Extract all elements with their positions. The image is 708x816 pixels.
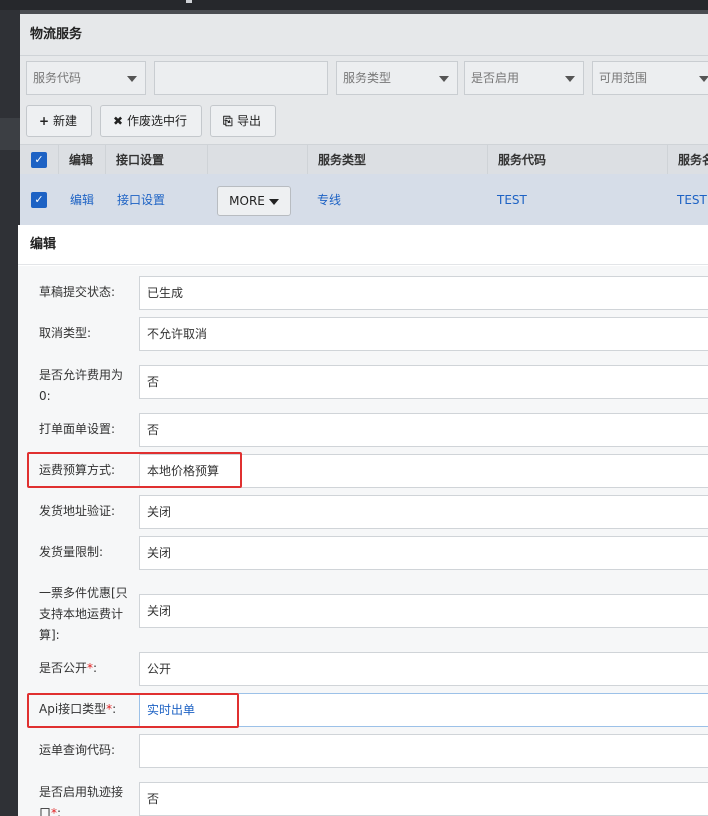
field-input[interactable]: 否 — [139, 365, 708, 399]
chevron-down-icon — [565, 76, 575, 82]
export-file-icon: ⎘ — [223, 114, 233, 128]
field-label-text: 是否公开 — [39, 661, 88, 675]
more-button-label: MORE — [229, 194, 265, 208]
close-icon: ✖ — [113, 114, 124, 128]
select-all-checkbox[interactable]: ✓ — [31, 152, 47, 168]
service-code-select-label: 服务代码 — [33, 71, 82, 85]
service-type-select-label: 服务类型 — [343, 71, 392, 85]
modal-title: 编辑 — [18, 225, 708, 265]
field-label: 打单面单设置: — [39, 422, 116, 436]
page-title: 物流服务 — [20, 14, 708, 56]
column-interface: 接口设置 — [105, 145, 207, 175]
top-bar — [0, 0, 708, 10]
column-service-type: 服务类型 — [307, 145, 487, 175]
plus-icon: + — [39, 114, 50, 128]
new-button[interactable]: + 新建 — [26, 105, 92, 137]
range-select[interactable]: 可用范围 — [592, 61, 708, 95]
annotation-highlight-box — [27, 693, 239, 728]
enabled-select[interactable]: 是否启用 — [464, 61, 584, 95]
field-label: 是否公开*: — [39, 661, 98, 675]
chevron-down-icon — [439, 76, 449, 82]
field-input[interactable]: 关闭 — [139, 495, 708, 529]
field-input[interactable]: 否 — [139, 413, 708, 447]
service-type-cell: 专线 — [317, 193, 342, 207]
field-label: 取消类型: — [39, 326, 92, 340]
field-input[interactable]: 已生成 — [139, 276, 708, 310]
chevron-down-icon — [699, 76, 708, 82]
caret-down-icon — [268, 198, 279, 205]
void-button-label: 作废选中行 — [127, 114, 188, 128]
top-bar-mark — [186, 0, 192, 3]
field-input[interactable]: 关闭 — [139, 594, 708, 628]
export-button[interactable]: ⎘ 导出 — [210, 105, 276, 137]
enabled-select-label: 是否启用 — [471, 71, 520, 85]
annotation-highlight-box — [27, 452, 242, 488]
chevron-down-icon — [127, 76, 137, 82]
field-input[interactable] — [139, 734, 708, 768]
field-label: 发货地址验证: — [39, 504, 116, 518]
left-nav-active-item[interactable] — [0, 118, 20, 150]
more-dropdown-button[interactable]: MORE — [217, 186, 291, 216]
field-label: 是否允许费用为0: — [39, 368, 124, 403]
table-row: ✓ 编辑 接口设置 MORE 专线 TEST TEST — [20, 174, 708, 226]
column-more — [207, 145, 307, 175]
service-type-select[interactable]: 服务类型 — [336, 61, 458, 95]
field-label: 是否启用轨迹接口*: — [39, 782, 131, 816]
field-input[interactable]: 否 — [139, 782, 708, 816]
new-button-label: 新建 — [53, 114, 78, 128]
column-service-code: 服务代码 — [487, 145, 667, 175]
field-label: 一票多件优惠[只支持本地运费计算]: — [39, 586, 128, 642]
table-header: ✓ 编辑 接口设置 服务类型 服务代码 服务名 — [20, 144, 708, 175]
range-select-label: 可用范围 — [599, 71, 648, 85]
field-input[interactable]: 公开 — [139, 652, 708, 686]
logistics-service-list: 物流服务 服务代码 服务类型 是否启用 可用范围 + 新建 ✖ 作废选中行 ⎘ 导出 … — [20, 14, 708, 226]
service-code-cell: TEST — [497, 193, 527, 207]
export-button-label: 导出 — [237, 114, 262, 128]
edit-link[interactable]: 编辑 — [60, 174, 94, 226]
required-mark: * — [51, 806, 58, 816]
left-nav-strip — [0, 10, 20, 816]
row-checkbox[interactable]: ✓ — [31, 192, 47, 208]
search-input[interactable] — [154, 61, 328, 95]
void-selected-button[interactable]: ✖ 作废选中行 — [100, 105, 202, 137]
field-input[interactable]: 不允许取消 — [139, 317, 708, 351]
interface-settings-link[interactable]: 接口设置 — [107, 174, 165, 226]
field-label: 运单查询代码: — [39, 743, 116, 757]
required-mark: * — [87, 661, 94, 675]
column-edit: 编辑 — [58, 145, 105, 175]
column-service-name: 服务名 — [667, 145, 708, 175]
edit-form: 草稿提交状态: 已生成 取消类型: 不允许取消 是否允许费用为0: 否 打单面单… — [18, 266, 708, 816]
service-name-cell: TEST — [677, 193, 707, 207]
field-label: 发货量限制: — [39, 545, 104, 559]
field-input[interactable]: 关闭 — [139, 536, 708, 570]
field-label: 草稿提交状态: — [39, 285, 116, 299]
service-code-select[interactable]: 服务代码 — [26, 61, 146, 95]
